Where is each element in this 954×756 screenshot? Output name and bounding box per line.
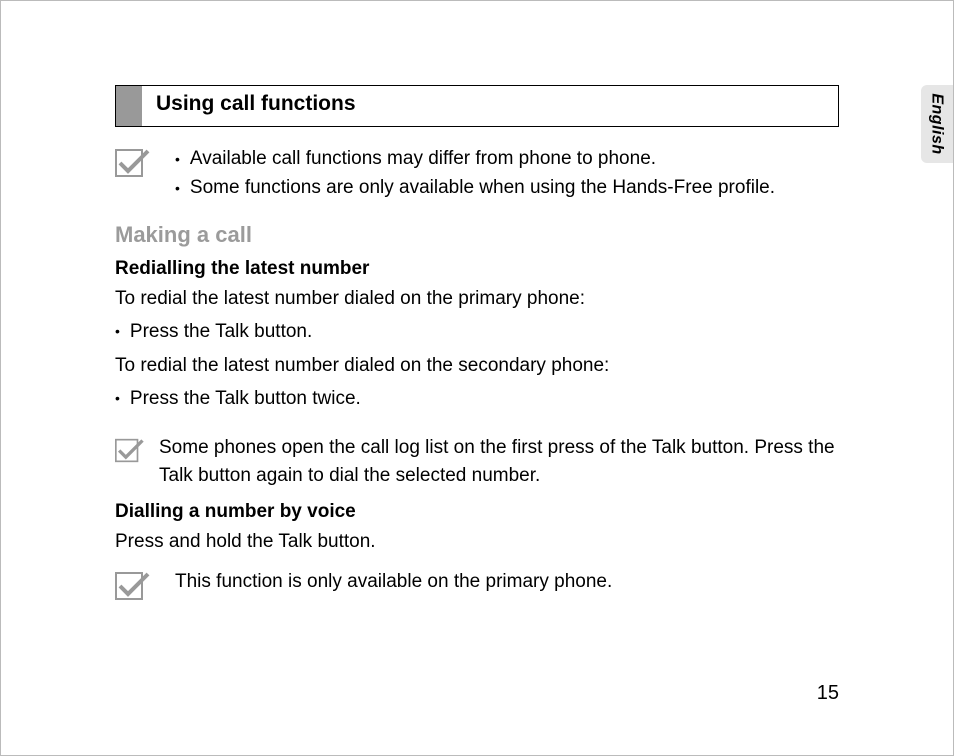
note-top-item: Available call functions may differ from… [175,145,775,174]
checkbox-icon [115,438,145,463]
note-redial-body: Some phones open the call log list on th… [159,434,839,491]
note-top: Available call functions may differ from… [115,145,839,202]
language-label: English [928,93,946,154]
redial-intro-secondary: To redial the latest number dialed on th… [115,351,839,380]
note-top-list: Available call functions may differ from… [175,145,775,202]
redial-primary-item: Press the Talk button. [115,317,839,346]
page-number: 15 [817,682,839,705]
note-redial: Some phones open the call log list on th… [115,434,839,491]
redial-intro-primary: To redial the latest number dialed on th… [115,284,839,313]
section-title-accent-bar [116,86,142,126]
redial-secondary-item: Press the Talk button twice. [115,384,839,413]
document-page: English Using call functions Available c… [0,0,954,756]
section-title-box: Using call functions [115,85,839,127]
section-title: Using call functions [142,86,838,126]
note-voice: This function is only available on the p… [115,568,839,600]
page-content: Using call functions Available call func… [115,85,839,620]
checkbox-icon [115,572,151,600]
note-top-item: Some functions are only available when u… [175,174,775,203]
redial-secondary-list: Press the Talk button twice. [115,384,839,413]
voice-heading: Dialling a number by voice [115,501,839,523]
subsection-heading: Making a call [115,222,839,248]
redial-heading: Redialling the latest number [115,258,839,280]
checkbox-icon [115,149,151,177]
note-top-body: Available call functions may differ from… [175,145,775,202]
redial-primary-list: Press the Talk button. [115,317,839,346]
voice-intro: Press and hold the Talk button. [115,527,839,556]
note-voice-body: This function is only available on the p… [175,568,612,597]
language-tab: English [921,85,953,163]
